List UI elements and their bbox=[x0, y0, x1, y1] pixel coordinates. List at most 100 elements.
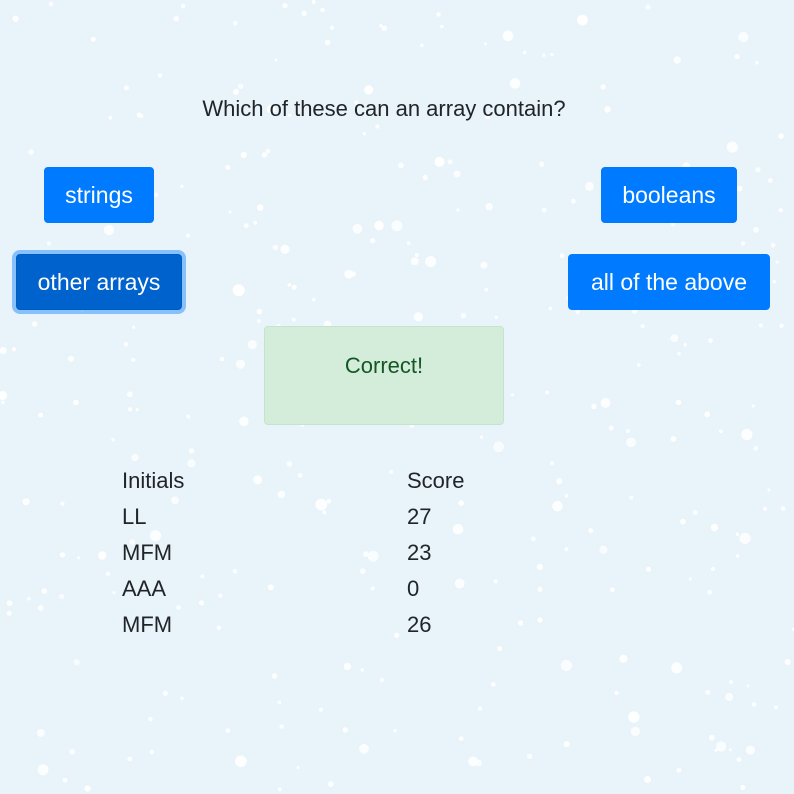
snowflake bbox=[257, 204, 264, 211]
snowflake bbox=[670, 436, 677, 442]
snowflake bbox=[614, 690, 619, 696]
snowflake bbox=[680, 518, 686, 525]
snowflake bbox=[729, 680, 733, 684]
snowflake bbox=[375, 124, 380, 129]
snowflake bbox=[324, 39, 331, 46]
snowflake bbox=[640, 324, 645, 329]
snowflake bbox=[123, 85, 130, 91]
snowflake bbox=[600, 398, 611, 408]
row-score: 27 bbox=[407, 504, 432, 529]
snowflake bbox=[149, 749, 154, 755]
snowflake bbox=[726, 141, 739, 153]
snowflake bbox=[630, 726, 641, 737]
snowflake bbox=[538, 161, 545, 167]
snowflake bbox=[111, 438, 115, 442]
snowflake bbox=[406, 241, 411, 246]
snowflake bbox=[180, 3, 186, 9]
snowflake bbox=[600, 84, 606, 90]
snowflake bbox=[522, 50, 527, 55]
snowflake bbox=[745, 745, 756, 755]
scoreboard: Initials Score LL 27 MFM 23 AAA 0 MFM 26 bbox=[122, 463, 622, 643]
snowflake bbox=[645, 4, 651, 10]
snowflake bbox=[751, 404, 755, 408]
snowflake bbox=[784, 658, 791, 666]
snowflake bbox=[545, 390, 549, 395]
snowflake bbox=[560, 659, 572, 672]
row-initials: MFM bbox=[122, 612, 173, 637]
snowflake bbox=[84, 785, 91, 792]
snowflake bbox=[11, 347, 17, 352]
snowflake bbox=[480, 261, 488, 269]
snowflake bbox=[778, 133, 784, 139]
snowflake bbox=[758, 323, 763, 328]
snowflake bbox=[675, 399, 682, 406]
snowflake bbox=[253, 220, 258, 225]
snowflake bbox=[575, 309, 580, 315]
snowflake bbox=[739, 532, 751, 544]
snowflake bbox=[563, 741, 570, 748]
snowflake bbox=[710, 566, 716, 572]
snowflake bbox=[36, 728, 46, 738]
snowflake bbox=[31, 321, 38, 327]
answer-button-all-of-the-above[interactable]: all of the above bbox=[568, 254, 770, 310]
snowflake bbox=[319, 707, 323, 712]
snowflake bbox=[436, 12, 441, 17]
snowflake bbox=[755, 61, 759, 65]
snowflake bbox=[46, 241, 52, 246]
snowflake bbox=[0, 346, 7, 355]
snowflake bbox=[352, 223, 363, 234]
snowflake bbox=[493, 441, 504, 453]
snowflake bbox=[41, 588, 48, 595]
snowflake bbox=[228, 210, 232, 214]
snowflake bbox=[755, 167, 761, 173]
snowflake bbox=[778, 207, 783, 213]
answer-button-booleans[interactable]: booleans bbox=[601, 167, 737, 223]
snowflake bbox=[22, 498, 30, 506]
snowflake bbox=[225, 164, 231, 170]
snowflake bbox=[301, 10, 307, 16]
answer-button-strings[interactable]: strings bbox=[44, 167, 154, 223]
snowflake bbox=[261, 152, 268, 158]
header-initials: Initials bbox=[122, 468, 185, 493]
snowflake bbox=[434, 156, 445, 167]
snowflake bbox=[422, 174, 428, 181]
snowflake bbox=[477, 706, 483, 711]
snowflake bbox=[343, 662, 352, 671]
snowflake bbox=[414, 253, 419, 257]
answer-button-other-arrays[interactable]: other arrays bbox=[16, 254, 182, 310]
row-initials: AAA bbox=[122, 576, 167, 601]
snowflake bbox=[440, 24, 444, 29]
snowflake bbox=[475, 759, 482, 767]
snowflake bbox=[280, 244, 290, 254]
snowflake bbox=[157, 73, 163, 78]
scoreboard-header: Initials Score bbox=[122, 463, 622, 499]
question-text: Which of these can an array contain? bbox=[202, 96, 566, 121]
snowflake bbox=[704, 411, 711, 418]
snowflake bbox=[458, 736, 464, 741]
snowflake bbox=[112, 591, 116, 595]
snowflake bbox=[670, 334, 679, 343]
snowflake bbox=[68, 355, 74, 362]
snowflake bbox=[673, 56, 681, 64]
snowflake bbox=[28, 149, 34, 155]
snowflake bbox=[775, 260, 779, 264]
snowflake bbox=[256, 319, 262, 324]
row-score: 26 bbox=[407, 612, 432, 637]
snowflake bbox=[456, 208, 460, 212]
snowflake bbox=[490, 682, 496, 687]
snowflake bbox=[362, 132, 366, 136]
snowflake bbox=[381, 25, 388, 32]
scoreboard-row: LL 27 bbox=[122, 499, 622, 535]
row-initials: MFM bbox=[122, 540, 173, 565]
snowflake bbox=[746, 684, 750, 688]
snowflake bbox=[0, 391, 8, 400]
snowflake bbox=[779, 323, 784, 328]
snowflake bbox=[233, 20, 238, 26]
snowflake bbox=[162, 690, 169, 697]
snowflake bbox=[271, 673, 278, 679]
snowflake bbox=[625, 429, 630, 434]
snowflake bbox=[740, 784, 746, 791]
snowflake bbox=[511, 393, 514, 397]
snowflake bbox=[235, 359, 246, 369]
snowflake bbox=[676, 767, 682, 773]
